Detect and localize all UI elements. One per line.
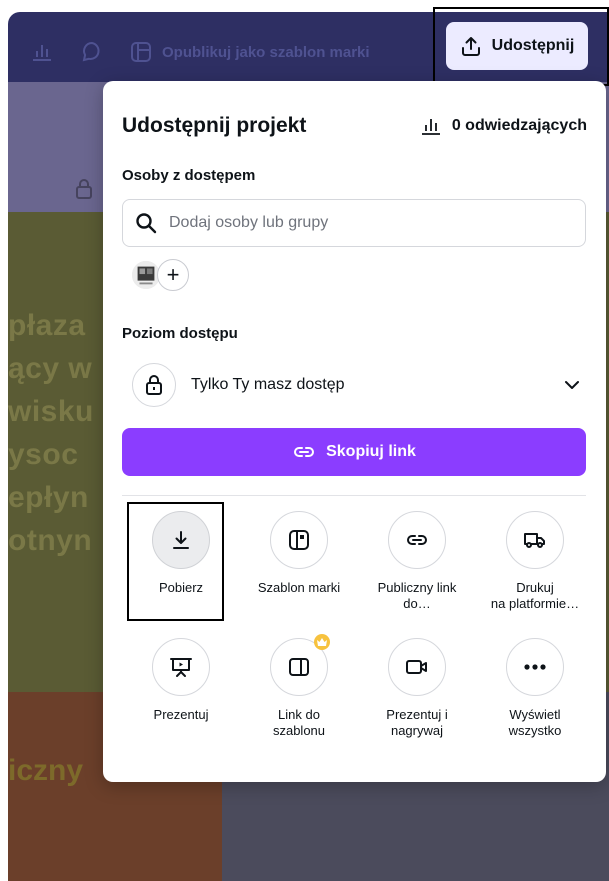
divider (122, 495, 586, 496)
action-label-line: na platformie… (490, 596, 580, 611)
crown-icon (314, 634, 330, 650)
visitors-label: 0 odwiedzających (451, 117, 587, 134)
design-text-line: ysoc (8, 438, 79, 471)
action-label-line: Link do (278, 707, 320, 722)
copy-link-button[interactable]: Skopiuj link (122, 428, 586, 476)
lock-icon (76, 179, 92, 199)
action-label: Szablon marki (257, 580, 341, 595)
add-person-button[interactable]: + (157, 259, 189, 291)
share-button-highlight (433, 7, 609, 86)
lock-icon (132, 363, 176, 407)
action-label: Link do szablonu (273, 707, 325, 739)
share-panel: Udostępnij projekt 0 odwiedzających Osob… (103, 81, 606, 782)
video-camera-icon (388, 638, 446, 696)
truck-icon (506, 511, 564, 569)
action-brand-template[interactable]: Szablon marki (240, 511, 358, 612)
analytics-icon[interactable] (30, 42, 54, 62)
action-label-line: Wyświetl (509, 707, 561, 722)
action-label: Drukuj na platformie… (491, 580, 579, 612)
add-people-search[interactable] (122, 199, 586, 247)
design-text-line: wisku (8, 395, 94, 428)
template-link-icon (270, 634, 330, 696)
link-icon (388, 511, 446, 569)
comment-icon[interactable] (80, 40, 104, 64)
action-label: Prezentuj i nagrywaj (386, 707, 447, 739)
action-label-line: Prezentuj i (386, 707, 448, 722)
publish-brand-template-button[interactable]: Opublikuj jako szablon marki (130, 41, 370, 63)
access-level-value: Tylko Ty masz dostęp (191, 376, 345, 393)
action-label: Prezentuj (153, 707, 209, 722)
design-text-line: otnyn (8, 524, 93, 557)
design-text-line: epłyn (8, 481, 89, 514)
copy-link-label: Skopiuj link (326, 443, 416, 460)
brand-template-icon (131, 42, 151, 62)
action-show-all[interactable]: Wyświetl wszystko (476, 638, 594, 739)
panel-title: Udostępnij projekt (122, 114, 307, 137)
brand-template-icon (270, 511, 328, 569)
action-label-line: Publiczny link (377, 580, 457, 595)
design-text-line: ący w (8, 352, 93, 385)
action-label: Wyświetl wszystko (509, 707, 562, 739)
access-level-label: Poziom dostępu (122, 325, 238, 342)
access-level-select[interactable]: Tylko Ty masz dostęp (122, 357, 586, 413)
more-icon (506, 638, 564, 696)
presentation-icon (152, 638, 210, 696)
search-icon (136, 213, 157, 234)
action-label-line: Drukuj (516, 580, 554, 595)
action-label-line: nagrywaj (390, 723, 443, 738)
panel-header: Udostępnij projekt 0 odwiedzających (122, 114, 587, 138)
action-label: Publiczny link do… (378, 580, 457, 612)
download-highlight (127, 502, 224, 621)
people-access-label: Osoby z dostępem (122, 167, 256, 184)
design-text-line: płaza (8, 309, 86, 342)
editor-toolbar: Opublikuj jako szablon marki (30, 40, 370, 64)
chevron-down-icon (565, 381, 579, 389)
design-bottom-text: iczny (8, 754, 84, 787)
action-template-link[interactable]: Link do szablonu (240, 634, 358, 739)
add-people-input[interactable] (169, 214, 549, 232)
action-print[interactable]: Drukuj na platformie… (476, 511, 594, 612)
design-body-text: płaza ący w wisku ysoc epłyn otnyn (8, 304, 94, 562)
publish-brand-template-label: Opublikuj jako szablon marki (162, 43, 370, 61)
link-icon (294, 447, 315, 457)
analytics-icon (421, 119, 440, 135)
people-with-access: + (131, 259, 189, 291)
action-label-line: do… (403, 596, 431, 611)
action-public-link[interactable]: Publiczny link do… (358, 511, 476, 612)
action-label-line: wszystko (508, 723, 562, 738)
action-label-line: szablonu (272, 723, 326, 738)
action-present-record[interactable]: Prezentuj i nagrywaj (358, 638, 476, 739)
visitors-count[interactable]: 0 odwiedzających (420, 116, 587, 136)
avatar-image (132, 261, 160, 289)
action-present[interactable]: Prezentuj (122, 638, 240, 739)
